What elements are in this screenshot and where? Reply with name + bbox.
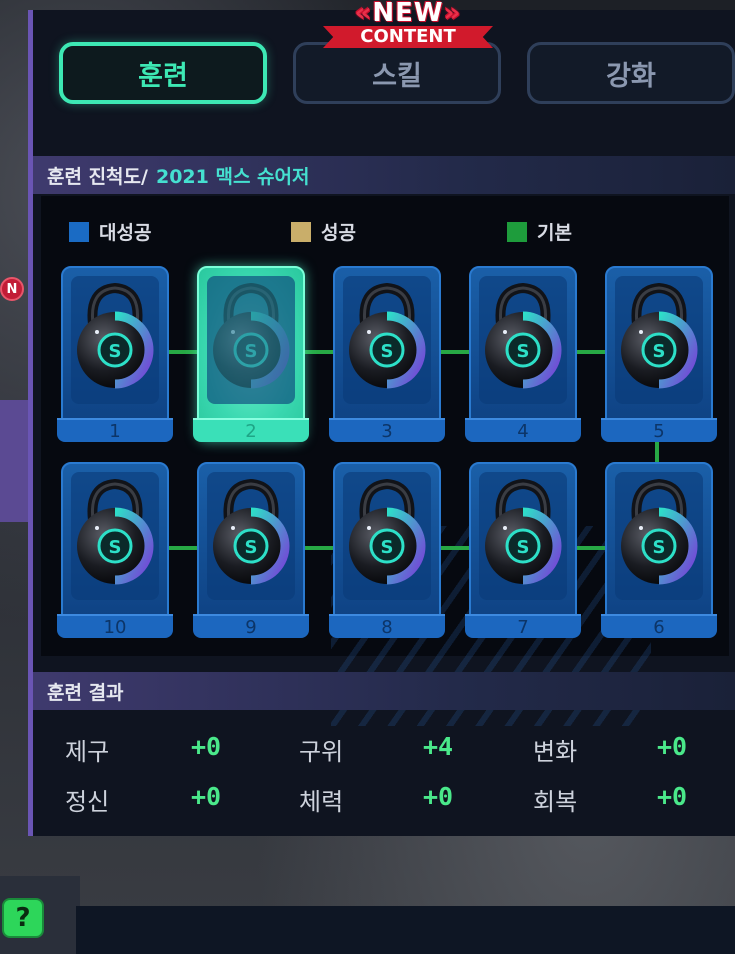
slot-number: 8	[329, 614, 445, 638]
training-slot-4[interactable]: S 4	[465, 266, 581, 442]
legend-swatch-green	[507, 221, 527, 242]
training-slot-9[interactable]: S 9	[193, 462, 309, 638]
svg-text:S: S	[245, 537, 258, 558]
stat-label-mental: 정신	[65, 788, 110, 816]
results-title: 훈련 결과	[47, 681, 124, 704]
new-content-ribbon: «NEW» CONTENT	[323, 0, 493, 50]
kettlebell-icon: S	[75, 476, 155, 594]
kettlebell-icon: S	[483, 280, 563, 398]
training-slot-7[interactable]: S 7	[465, 462, 581, 638]
stat-label-control: 제구	[65, 738, 110, 766]
kettlebell-icon: S	[75, 280, 155, 398]
progress-board: 대성공 성공 기본 S 1 S 2 S 3 S 4 S 5 S 10 S 9 S…	[41, 196, 729, 726]
legend-label: 성공	[321, 222, 356, 244]
progress-header: 훈련 진척도/ 2021 맥스 슈어저	[33, 156, 735, 194]
svg-text:S: S	[653, 537, 666, 558]
kettlebell-icon: S	[211, 280, 291, 398]
training-slot-3[interactable]: S 3	[329, 266, 445, 442]
training-slot-1[interactable]: S 1	[57, 266, 173, 442]
legend-basic: 기본	[507, 218, 572, 245]
connector-line	[303, 350, 333, 354]
slot-number: 9	[193, 614, 309, 638]
slot-number: 10	[57, 614, 173, 638]
training-slot-10[interactable]: S 10	[57, 462, 173, 638]
legend-label: 대성공	[99, 222, 152, 244]
legend-great-success: 대성공	[69, 218, 151, 245]
training-slot-5[interactable]: S 5	[601, 266, 717, 442]
player-name: 2021 맥스 슈어저	[155, 165, 310, 188]
kettlebell-icon: S	[211, 476, 291, 594]
slot-number: 6	[601, 614, 717, 638]
stat-value-mental: +0	[191, 782, 222, 811]
chevron-right-icon: »	[443, 0, 462, 28]
stat-label-recovery: 회복	[533, 788, 578, 816]
slot-number: 7	[465, 614, 581, 638]
results-row-2: 정신 +0 체력 +0 회복 +0	[33, 782, 735, 832]
stat-value-movement: +0	[657, 732, 688, 761]
training-slot-6[interactable]: S 6	[601, 462, 717, 638]
help-icon[interactable]: ?	[2, 898, 44, 938]
kettlebell-icon: S	[619, 280, 699, 398]
training-panel: 훈련 스킬 강화 «NEW» CONTENT 훈련 진척도/ 2021 맥스 슈…	[28, 0, 735, 836]
connector-line	[165, 350, 197, 354]
footer-bar	[76, 906, 735, 954]
tab-skill[interactable]: 스킬	[293, 42, 501, 104]
ribbon-new-text: NEW	[372, 0, 444, 28]
connector-line	[303, 546, 333, 550]
stat-value-control: +0	[191, 732, 222, 761]
ribbon-content-text: CONTENT	[323, 26, 493, 48]
svg-text:S: S	[109, 341, 122, 362]
left-side-tab[interactable]	[0, 400, 30, 522]
results-row-1: 제구 +0 구위 +4 변화 +0	[33, 732, 735, 782]
kettlebell-icon: S	[347, 476, 427, 594]
kettlebell-icon: S	[347, 280, 427, 398]
legend-success: 성공	[291, 218, 356, 245]
svg-text:S: S	[245, 341, 258, 362]
connector-line	[437, 546, 469, 550]
kettlebell-icon: S	[483, 476, 563, 594]
stat-value-stuff: +4	[423, 732, 454, 761]
tab-training[interactable]: 훈련	[59, 42, 267, 104]
training-slot-8[interactable]: S 8	[329, 462, 445, 638]
results-header: 훈련 결과	[33, 672, 735, 710]
stat-label-stuff: 구위	[299, 738, 344, 766]
tab-enhance[interactable]: 강화	[527, 42, 735, 104]
stat-value-recovery: +0	[657, 782, 688, 811]
legend-swatch-blue	[69, 221, 89, 242]
slot-number: 5	[601, 418, 717, 442]
stat-value-stamina: +0	[423, 782, 454, 811]
svg-text:S: S	[517, 341, 530, 362]
svg-text:S: S	[517, 537, 530, 558]
kettlebell-icon: S	[619, 476, 699, 594]
slot-number: 4	[465, 418, 581, 442]
legend-swatch-gold	[291, 221, 311, 242]
stat-label-stamina: 체력	[299, 788, 344, 816]
svg-text:S: S	[109, 537, 122, 558]
legend-label: 기본	[537, 222, 572, 244]
new-badge-icon: N	[0, 277, 24, 301]
connector-line	[165, 546, 197, 550]
stat-label-movement: 변화	[533, 738, 578, 766]
svg-text:S: S	[653, 341, 666, 362]
svg-text:S: S	[381, 341, 394, 362]
slot-number: 1	[57, 418, 173, 442]
slot-number: 3	[329, 418, 445, 442]
svg-text:S: S	[381, 537, 394, 558]
training-slot-2[interactable]: S 2	[193, 266, 309, 442]
slot-number: 2	[193, 418, 309, 442]
chevron-left-icon: «	[354, 0, 373, 28]
connector-line	[437, 350, 469, 354]
progress-title: 훈련 진척도/	[47, 165, 148, 188]
